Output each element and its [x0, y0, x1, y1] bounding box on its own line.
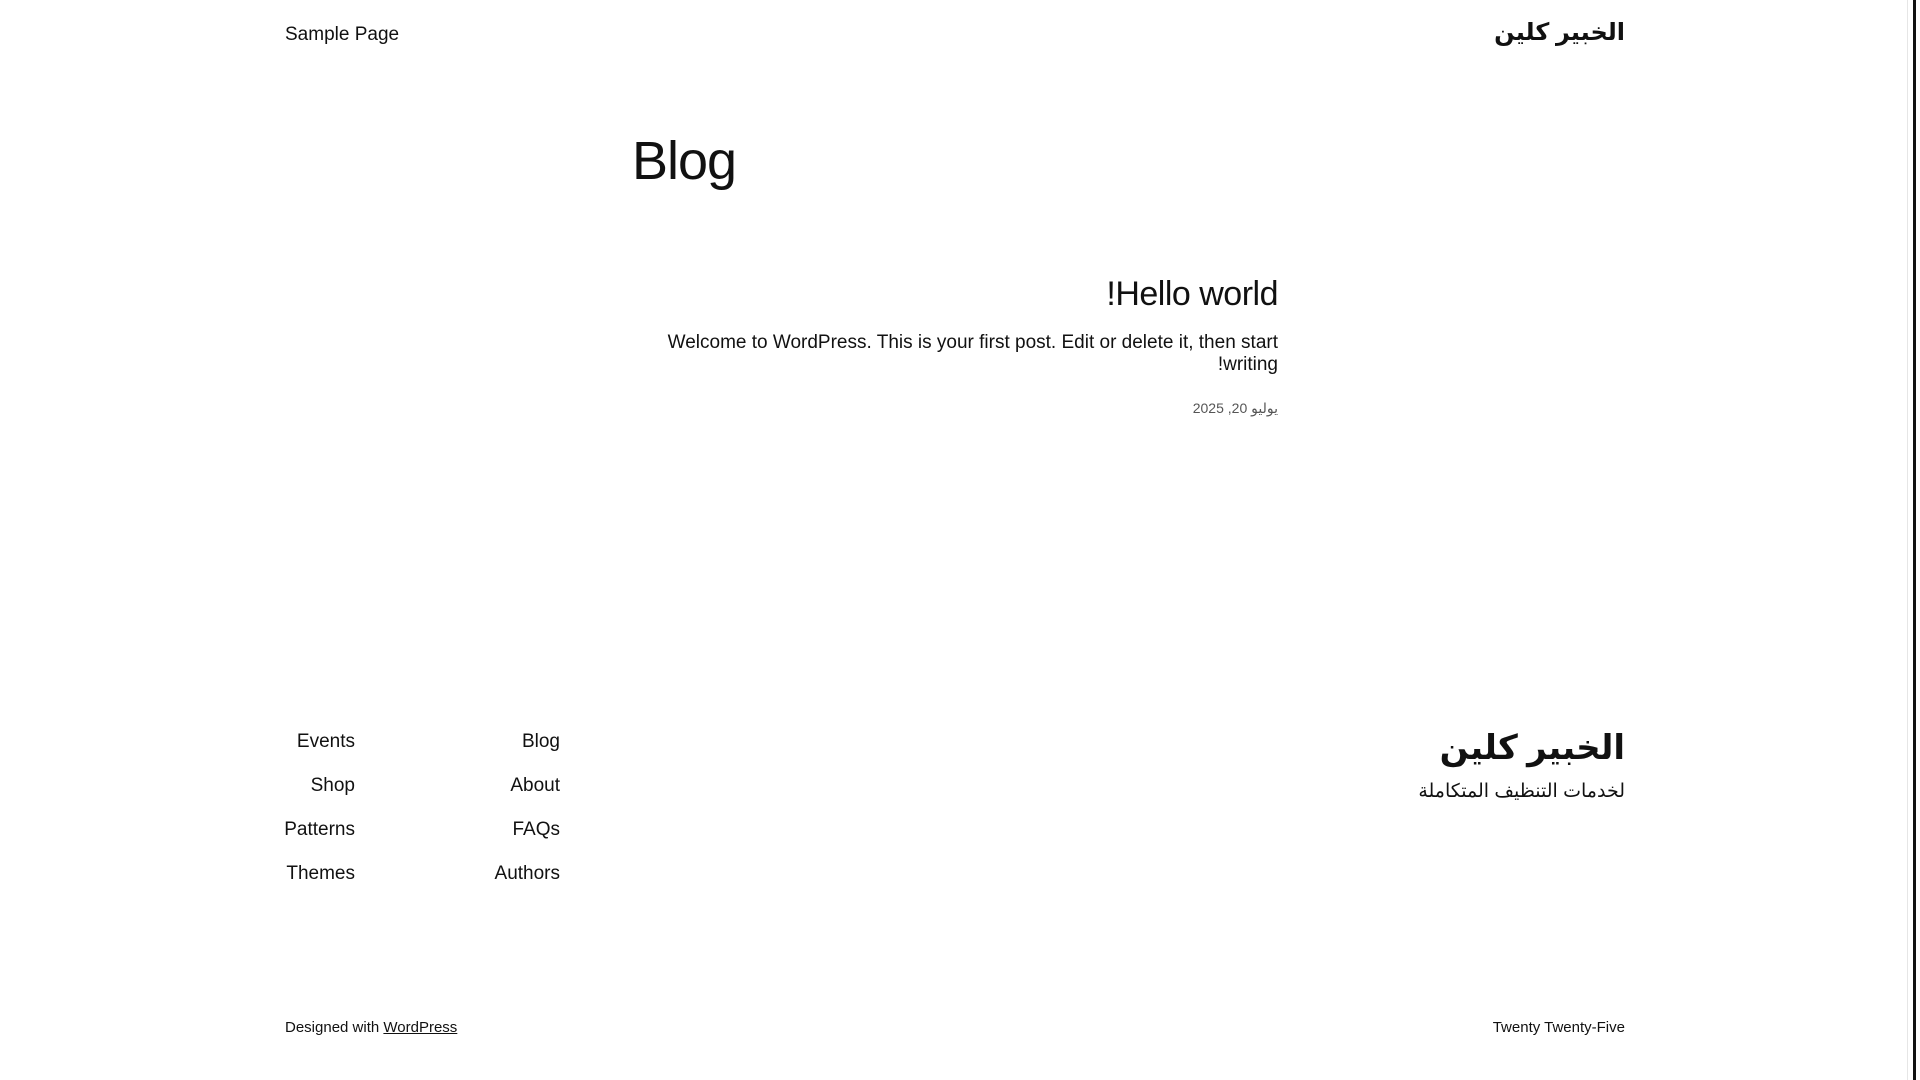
- page: Sample Page الخبير كلين Blog Hello world…: [0, 0, 1908, 1080]
- site-title-link[interactable]: الخبير كلين: [1494, 18, 1625, 47]
- scrollbar-thumb[interactable]: [1913, 0, 1916, 1080]
- footer-tagline: لخدمات التنظيف المتكاملة: [1418, 781, 1625, 802]
- post-title-link[interactable]: Hello world!: [632, 275, 1278, 314]
- designed-with-credit: Designed with WordPress: [285, 1019, 457, 1036]
- footer-link-faqs[interactable]: FAQs: [495, 818, 560, 862]
- theme-credit: Twenty Twenty-Five: [1492, 1019, 1625, 1036]
- footer-link-shop[interactable]: Shop: [284, 774, 355, 818]
- footer-link-events[interactable]: Events: [284, 730, 355, 774]
- footer-link-about[interactable]: About: [495, 774, 560, 818]
- designed-with-text: Designed with: [285, 1019, 384, 1036]
- post-date[interactable]: يوليو 20, 2025: [632, 400, 1278, 417]
- site-header: Sample Page الخبير كلين: [285, 16, 1625, 56]
- post-excerpt: Welcome to WordPress. This is your first…: [667, 332, 1278, 375]
- footer-link-themes[interactable]: Themes: [284, 862, 355, 906]
- post-card: Hello world! Welcome to WordPress. This …: [632, 275, 1279, 417]
- footer-link-authors[interactable]: Authors: [495, 862, 560, 906]
- nav-sample-page-link[interactable]: Sample Page: [285, 24, 399, 46]
- vertical-scrollbar[interactable]: [1907, 0, 1920, 1080]
- page-title: Blog: [632, 131, 737, 191]
- footer-nav-column-2: Events Shop Patterns Themes: [284, 730, 355, 906]
- wordpress-link[interactable]: WordPress: [383, 1019, 457, 1036]
- footer-site-title[interactable]: الخبير كلين: [1418, 728, 1625, 768]
- footer-link-patterns[interactable]: Patterns: [284, 818, 355, 862]
- footer-brand: الخبير كلين لخدمات التنظيف المتكاملة: [1418, 728, 1625, 803]
- footer-link-blog[interactable]: Blog: [495, 730, 560, 774]
- footer-nav-column-1: Blog About FAQs Authors: [495, 730, 560, 906]
